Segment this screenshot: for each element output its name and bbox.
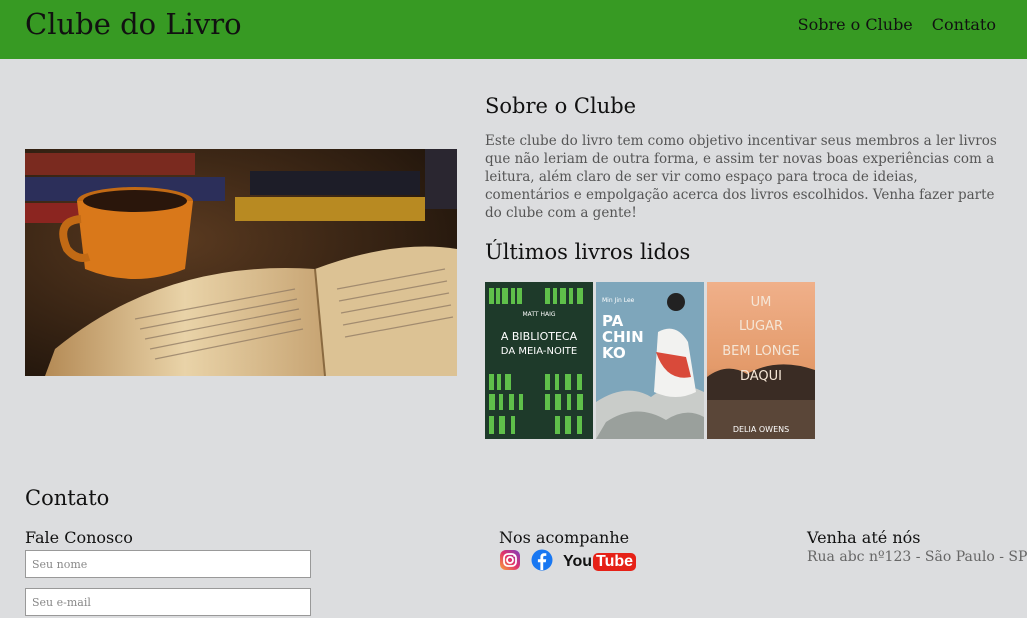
youtube-tube-text: Tube [593, 553, 637, 571]
book1-title-line2: DA MEIA-NOITE [501, 346, 577, 357]
book-cover-lugar-longe[interactable]: UM LUGAR BEM LONGE DAQUI DELIA OWENS [707, 282, 815, 439]
address-text: Rua abc nº123 - São Paulo - SP [807, 549, 1027, 565]
email-input[interactable] [25, 588, 311, 616]
nav-link-contato[interactable]: Contato [932, 15, 996, 34]
book-cover-pachinko[interactable]: Min Jin Lee PA CHIN KO [596, 282, 704, 439]
name-input[interactable] [25, 550, 311, 578]
books-title: Últimos livros lidos [485, 240, 691, 264]
book3-title-line3: BEM LONGE [722, 344, 800, 359]
book3-title-line4: DAQUI [740, 369, 782, 384]
site-header: Clube do Livro Sobre o Clube Contato [0, 0, 1027, 59]
about-title: Sobre o Clube [485, 94, 637, 118]
youtube-you-text: You [563, 553, 593, 570]
youtube-icon[interactable]: You Tube [563, 553, 637, 571]
instagram-icon[interactable] [499, 549, 521, 575]
book2-title-line3: KO [602, 344, 626, 362]
book-cover-biblioteca[interactable]: MATT HAIG A BIBLIOTECA DA MEIA-NOITE [485, 282, 593, 439]
book1-title-line1: A BIBLIOTECA [501, 330, 578, 343]
about-section: Sobre o Clube Este clube do livro tem co… [485, 94, 1005, 222]
book3-title-line2: LUGAR [739, 319, 783, 334]
visit-title: Venha até nós [807, 528, 921, 547]
book3-title-line1: UM [751, 295, 772, 310]
hero-book-coffee-image [25, 149, 457, 376]
book2-author: Min Jin Lee [602, 297, 635, 304]
social-title: Nos acompanhe [499, 528, 630, 547]
book1-author: MATT HAIG [523, 311, 556, 318]
contact-title: Contato [25, 486, 110, 510]
about-text: Este clube do livro tem como objetivo in… [485, 133, 997, 221]
facebook-icon[interactable] [531, 549, 553, 575]
main-nav: Sobre o Clube Contato [798, 15, 996, 34]
book3-author: DELIA OWENS [733, 425, 789, 434]
social-icons: You Tube [499, 549, 637, 575]
site-brand[interactable]: Clube do Livro [25, 7, 242, 41]
form-title: Fale Conosco [25, 528, 133, 547]
book-covers: MATT HAIG A BIBLIOTECA DA MEIA-NOITE Min… [485, 282, 815, 439]
nav-link-sobre[interactable]: Sobre o Clube [798, 15, 913, 34]
